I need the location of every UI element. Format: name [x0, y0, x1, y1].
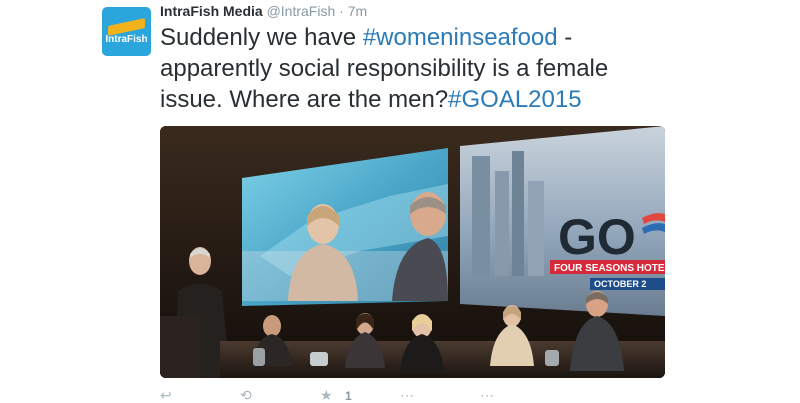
slide-venue-text: FOUR SEASONS HOTEL: [554, 263, 665, 274]
user-handle[interactable]: @IntraFish: [267, 3, 336, 19]
display-name[interactable]: IntraFish Media: [160, 3, 263, 19]
tweet-text-part1: Suddenly we have: [160, 24, 363, 51]
avatar[interactable]: IntraFish: [102, 7, 151, 56]
avatar-logo-text: IntraFish: [105, 34, 148, 45]
slide-logo-text: GO: [558, 209, 636, 265]
separator-dot: ·: [339, 3, 344, 19]
tweet-text: Suddenly we have #womeninseafood - appar…: [160, 22, 640, 115]
timestamp[interactable]: 7m: [348, 3, 367, 19]
conference-panel-photo: GO FOUR SEASONS HOTEL OCTOBER 2: [160, 126, 665, 378]
hashtag-link-womeninseafood[interactable]: #womeninseafood: [363, 24, 558, 51]
tweet-actions: ↩ ⟲ ★ 1 ⋯ ⋯: [160, 388, 560, 403]
hashtag-link-goal2015[interactable]: #GOAL2015: [448, 86, 581, 113]
right-screen: GO FOUR SEASONS HOTEL OCTOBER 2: [460, 126, 665, 316]
tweet: IntraFish IntraFish Media @IntraFish · 7…: [0, 0, 800, 403]
tweet-photo[interactable]: GO FOUR SEASONS HOTEL OCTOBER 2: [160, 126, 665, 378]
favorite-count: 1: [345, 389, 352, 403]
tweet-header: IntraFish Media @IntraFish · 7m: [160, 3, 367, 20]
slide-date-text: OCTOBER 2: [594, 279, 646, 289]
